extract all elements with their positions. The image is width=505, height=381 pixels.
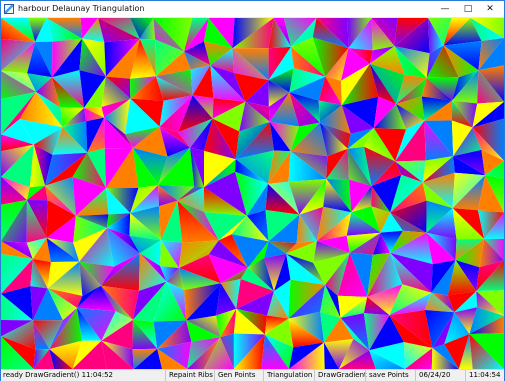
title-bar: harbour Delaunay Triangulation — □ ✕ xyxy=(1,1,504,18)
status-date: 06/24/20 xyxy=(415,370,467,381)
save-points-status: save Points xyxy=(365,370,417,381)
triangulation-status: Triangulation xyxy=(263,370,315,381)
maximize-button[interactable]: □ xyxy=(456,1,480,17)
delaunay-triangulation-drawing xyxy=(1,18,504,369)
triangulation-canvas[interactable] xyxy=(1,18,504,369)
status-time: 11:04:54 xyxy=(465,370,505,381)
minimize-button[interactable]: — xyxy=(433,1,457,17)
repaint-ribs-status: Repaint Ribs xyxy=(165,370,215,381)
app-window-icon xyxy=(4,4,14,14)
status-message: ready DrawGradient() 11:04:52 xyxy=(3,371,114,379)
application-window: harbour Delaunay Triangulation — □ ✕ rea… xyxy=(0,0,505,381)
gen-points-status: Gen Points xyxy=(214,370,264,381)
window-title: harbour Delaunay Triangulation xyxy=(18,4,145,13)
close-button[interactable]: ✕ xyxy=(478,1,502,17)
draw-gradient-status: DrawGradient xyxy=(314,370,367,381)
status-bar: ready DrawGradient() 11:04:52 Repaint Ri… xyxy=(1,369,504,381)
